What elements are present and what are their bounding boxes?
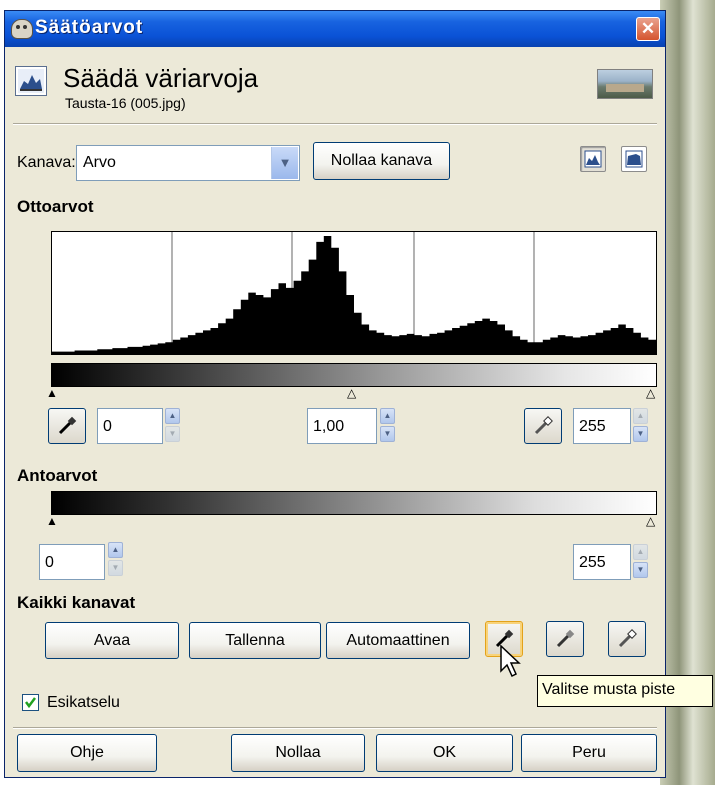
output-high-spinbox[interactable]: 255: [573, 544, 631, 580]
output-white-point-handle[interactable]: △: [646, 515, 655, 527]
output-low-value: 0: [45, 554, 54, 571]
output-levels-heading: Antoarvot: [17, 466, 98, 485]
input-high-stepper[interactable]: ▲ ▼: [633, 408, 648, 442]
open-button[interactable]: Avaa: [45, 622, 179, 659]
input-high-spinbox[interactable]: 255: [573, 408, 631, 444]
histogram[interactable]: [51, 231, 657, 355]
pick-black-point-input-button[interactable]: [48, 408, 86, 444]
input-low-spinbox[interactable]: 0: [97, 408, 163, 444]
gamma-value: 1,00: [313, 418, 345, 435]
eyedropper-icon: [534, 416, 553, 435]
mouse-pointer-icon: [500, 645, 521, 678]
output-high-value: 255: [579, 554, 606, 571]
gamma-stepper[interactable]: ▲ ▼: [380, 408, 395, 442]
pick-white-point-button[interactable]: [608, 621, 646, 657]
dialog-heading: Säädä väriarvoja: [63, 63, 259, 93]
close-button[interactable]: ✕: [636, 17, 660, 41]
output-low-spinbox[interactable]: 0: [39, 544, 105, 580]
input-white-point-handle[interactable]: △: [646, 387, 655, 399]
channel-label: Kanava:: [17, 154, 76, 171]
output-high-stepper[interactable]: ▲ ▼: [633, 544, 648, 578]
ok-button[interactable]: OK: [376, 734, 513, 772]
window-title: Säätöarvot: [35, 17, 144, 38]
checkmark-icon: [25, 697, 36, 709]
histogram-area: [52, 236, 656, 354]
chevron-down-icon[interactable]: ▼: [271, 147, 298, 179]
linear-histogram-icon[interactable]: [580, 146, 606, 172]
output-low-stepper[interactable]: ▲ ▼: [108, 542, 123, 576]
input-low-stepper[interactable]: ▲ ▼: [165, 408, 180, 442]
input-black-point-handle[interactable]: ▲: [46, 387, 58, 399]
input-high-value: 255: [579, 418, 606, 435]
footer-separator: [13, 727, 657, 729]
header-separator: [13, 123, 657, 125]
levels-dialog: Säätöarvot ✕ Säädä väriarvoja Tausta-16 …: [4, 10, 666, 778]
output-black-point-handle[interactable]: ▲: [46, 515, 58, 527]
preview-label[interactable]: Esikatselu: [47, 694, 120, 712]
output-gradient-bar[interactable]: [51, 491, 657, 515]
input-gamma-handle[interactable]: △: [347, 387, 356, 399]
levels-icon: [15, 66, 47, 96]
eyedropper-white-icon: [618, 629, 637, 648]
dialog-subheading: Tausta-16 (005.jpg): [65, 95, 186, 111]
gimp-app-icon: [11, 19, 33, 39]
input-gradient-bar[interactable]: [51, 363, 657, 387]
image-thumbnail: [597, 69, 653, 99]
pick-white-point-input-button[interactable]: [524, 408, 562, 444]
tooltip: Valitse musta piste: [537, 675, 713, 707]
gamma-spinbox[interactable]: 1,00: [307, 408, 377, 444]
all-channels-heading: Kaikki kanavat: [17, 593, 136, 612]
save-button[interactable]: Tallenna: [189, 622, 321, 659]
input-low-value: 0: [103, 418, 112, 435]
auto-button[interactable]: Automaattinen: [326, 622, 470, 659]
input-levels-heading: Ottoarvot: [17, 197, 94, 216]
title-bar[interactable]: Säätöarvot ✕: [5, 11, 665, 47]
histogram-plot: [52, 232, 656, 354]
reset-channel-button[interactable]: Nollaa kanava: [313, 142, 450, 180]
desktop-background: [660, 0, 715, 785]
preview-checkbox[interactable]: [22, 694, 39, 711]
eyedropper-icon: [58, 416, 77, 435]
eyedropper-gray-icon: [556, 629, 575, 648]
channel-combo[interactable]: Arvo ▼: [76, 145, 300, 181]
logarithmic-histogram-icon[interactable]: [621, 146, 647, 172]
reset-button[interactable]: Nollaa: [231, 734, 365, 772]
channel-combo-value: Arvo: [83, 154, 116, 171]
help-button[interactable]: Ohje: [17, 734, 157, 772]
cancel-button[interactable]: Peru: [521, 734, 657, 772]
pick-gray-point-button[interactable]: [546, 621, 584, 657]
